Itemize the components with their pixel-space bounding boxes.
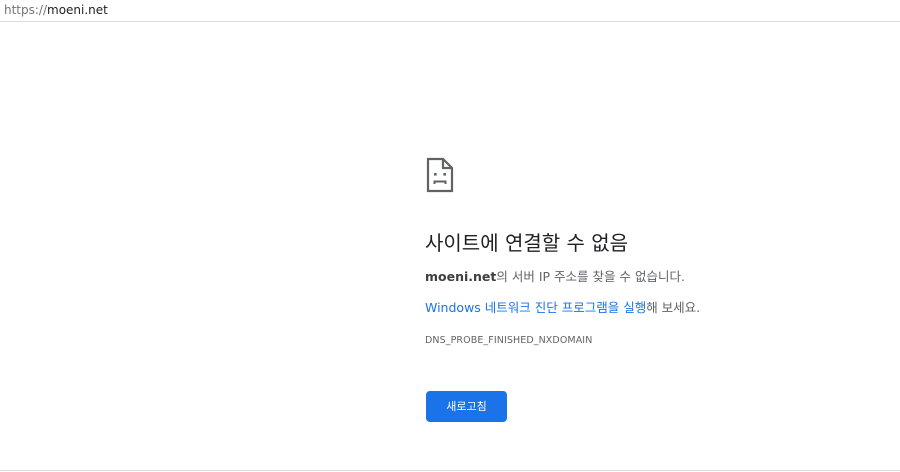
- run-diagnostics-link[interactable]: Windows 네트워크 진단 프로그램을 실행: [425, 300, 646, 315]
- error-host: moeni.net: [425, 269, 497, 284]
- bottom-divider: [0, 470, 900, 471]
- diagnostics-suggestion: Windows 네트워크 진단 프로그램을 실행해 보세요.: [425, 300, 700, 316]
- address-bar[interactable]: https://moeni.net: [0, 0, 900, 22]
- error-headline: 사이트에 연결할 수 없음: [425, 231, 629, 255]
- url-host: moeni.net: [47, 3, 108, 17]
- dns-error-suffix: 의 서버 IP 주소를 찾을 수 없습니다.: [496, 269, 685, 284]
- url-text[interactable]: https://moeni.net: [4, 3, 108, 17]
- url-scheme: https://: [4, 3, 48, 17]
- reload-button[interactable]: 새로고침: [426, 391, 507, 422]
- diagnostics-suffix: 해 보세요.: [646, 300, 701, 315]
- sad-document-icon: [426, 157, 454, 193]
- dns-error-message: moeni.net의 서버 IP 주소를 찾을 수 없습니다.: [425, 269, 685, 285]
- error-code: DNS_PROBE_FINISHED_NXDOMAIN: [425, 335, 593, 346]
